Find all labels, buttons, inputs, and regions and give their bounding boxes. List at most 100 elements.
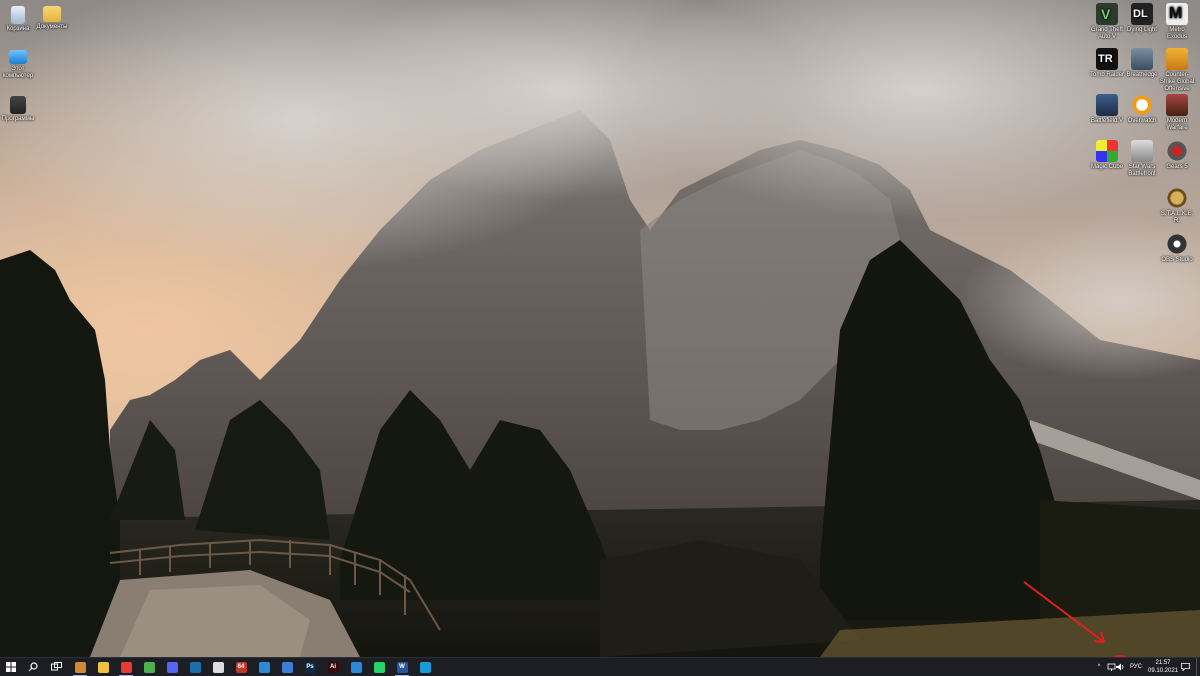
desktop-icon-label: Tomb Raider — [1089, 72, 1124, 78]
adobe-app-icon: Ai — [327, 661, 339, 673]
taskbar-app-button[interactable] — [346, 658, 366, 676]
battlefield-glyph — [1096, 94, 1118, 116]
discord-icon — [166, 661, 178, 673]
desktop-icon-label: Документы — [36, 24, 68, 30]
recycle-bin-icon[interactable]: Корзина — [0, 6, 36, 33]
taskbar-app-button[interactable]: Ai — [323, 658, 343, 676]
overwatch-glyph — [1131, 94, 1153, 116]
taskbar-app-button[interactable] — [139, 658, 159, 676]
calculator-icon — [281, 661, 293, 673]
rubiks-cube-icon[interactable]: Magic Cube — [1089, 140, 1125, 171]
battlefield-icon[interactable]: Battlefield V — [1089, 94, 1125, 125]
windows-logo-icon — [6, 662, 16, 672]
desktop-icon-label: Этот компьютер — [2, 66, 34, 79]
metro-icon[interactable]: M Metro Exodus — [1159, 3, 1195, 41]
taskbar: 64 Ps Ai W ^ РУС 21:57 09.10.2021 — [0, 657, 1200, 676]
taskbar-app-button[interactable]: W — [392, 658, 412, 676]
desktop-icon-label: Overwatch — [1127, 118, 1157, 124]
obs-glyph — [1166, 233, 1188, 255]
file-explorer-icon — [97, 661, 109, 673]
photos-icon — [419, 661, 431, 673]
desktop-icon-label: Magic Cube — [1090, 164, 1123, 170]
csgo-icon[interactable]: Counter-Strike Global Offensive — [1159, 48, 1195, 93]
taskbar-app-button[interactable] — [254, 658, 274, 676]
search-button[interactable] — [22, 658, 44, 676]
taskbar-app-button[interactable] — [116, 658, 136, 676]
desktop-icon-label: Dying Light — [1126, 27, 1158, 33]
desktop[interactable]: Корзина Документы Этот компьютер Програм… — [0, 0, 1200, 657]
wallpaper-app-icon — [258, 661, 270, 673]
metro-glyph: M — [1166, 3, 1188, 25]
start-button[interactable] — [0, 658, 22, 676]
tomb-raider-glyph: TR — [1096, 48, 1118, 70]
desktop-icon-label: Metro Exodus — [1166, 27, 1187, 40]
desktop-icon-label: Battlefield V — [1090, 118, 1124, 124]
search-icon — [28, 662, 38, 672]
wallpaper-landscape — [0, 0, 1200, 657]
programs-glyph — [10, 96, 26, 114]
rubiks-glyph — [1096, 140, 1118, 162]
desktop-icon-label: Программы — [1, 116, 35, 122]
yandex-browser-icon — [120, 661, 132, 673]
taskbar-app-button[interactable]: 64 — [231, 658, 251, 676]
stalker-icon[interactable]: S.T.A.L.K.E.R. — [1159, 187, 1195, 225]
csgo-glyph — [1166, 48, 1188, 70]
dying-light-icon[interactable]: DL Dying Light — [1124, 3, 1160, 34]
modern-warfare-glyph — [1166, 94, 1188, 116]
gears-glyph — [1166, 140, 1188, 162]
vscode-icon — [350, 661, 362, 673]
stalker-glyph — [1166, 187, 1188, 209]
show-desktop-button[interactable] — [1196, 658, 1200, 676]
gears-icon[interactable]: Gears 5 — [1159, 140, 1195, 171]
star-wars-icon[interactable]: Star Wars Battlefront — [1124, 140, 1160, 178]
overwatch-icon[interactable]: Overwatch — [1124, 94, 1160, 125]
desktop-icon-label: Counter-Strike Global Offensive — [1159, 72, 1195, 92]
taskbar-app-button[interactable] — [93, 658, 113, 676]
modern-warfare-icon[interactable]: Modern Warfare — [1159, 94, 1195, 132]
volume-tray-button[interactable] — [1114, 658, 1126, 676]
gta-v-icon[interactable]: V Grand Theft Auto V — [1089, 3, 1125, 41]
clock-time: 21:57 — [1155, 660, 1171, 666]
taskbar-app-button[interactable]: Ps — [300, 658, 320, 676]
desktop-icon-label: Grand Theft Auto V — [1091, 27, 1123, 40]
language-label: РУС — [1129, 664, 1142, 670]
taskbar-app-button[interactable] — [208, 658, 228, 676]
desktop-icon-label: Gears 5 — [1166, 164, 1188, 170]
language-indicator[interactable]: РУС — [1128, 658, 1144, 676]
tomb-raider-icon[interactable]: TR Tomb Raider — [1089, 48, 1125, 79]
tray-chevron-button[interactable]: ^ — [1093, 658, 1105, 676]
gta-v-glyph: V — [1096, 3, 1118, 25]
desktop-icon-label: Корзина — [6, 26, 30, 32]
chrome-icon — [143, 661, 155, 673]
taskbar-app-button[interactable] — [162, 658, 182, 676]
chevron-up-icon: ^ — [1097, 664, 1101, 670]
programs-icon[interactable]: Программы — [0, 96, 36, 123]
taskbar-app-button[interactable] — [369, 658, 389, 676]
desktop-icon-label: Modern Warfare — [1166, 118, 1188, 131]
breathedge-icon[interactable]: Breathedge — [1124, 48, 1160, 79]
documents-folder-icon[interactable]: Документы — [34, 6, 70, 31]
photoshop-icon: Ps — [304, 661, 316, 673]
speaker-icon — [1115, 663, 1123, 671]
steam-icon — [189, 661, 201, 673]
taskbar-app-button[interactable] — [185, 658, 205, 676]
notifications-button[interactable] — [1176, 658, 1194, 676]
this-pc-icon[interactable]: Этот компьютер — [0, 50, 36, 80]
star-wars-glyph — [1131, 140, 1153, 162]
taskbar-app-button[interactable] — [277, 658, 297, 676]
desktop-icon-label: S.T.A.L.K.E.R. — [1160, 211, 1194, 224]
folder-glyph — [43, 6, 61, 22]
breathedge-glyph — [1131, 48, 1153, 70]
obs-taskbar-icon — [212, 661, 224, 673]
dying-light-glyph: DL — [1131, 3, 1153, 25]
obs-studio-icon[interactable]: OBS Studio — [1159, 233, 1195, 264]
task-view-button[interactable] — [44, 658, 68, 676]
clock[interactable]: 21:57 09.10.2021 — [1146, 659, 1180, 675]
task-view-icon — [50, 662, 62, 671]
desktop-icon-label: Star Wars Battlefront — [1128, 164, 1156, 177]
aida64-icon: 64 — [235, 661, 247, 673]
desktop-icon-label: OBS Studio — [1161, 257, 1193, 263]
desktop-icon-label: Breathedge — [1126, 72, 1158, 78]
taskbar-app-button[interactable] — [415, 658, 435, 676]
taskbar-app-button[interactable] — [70, 658, 90, 676]
